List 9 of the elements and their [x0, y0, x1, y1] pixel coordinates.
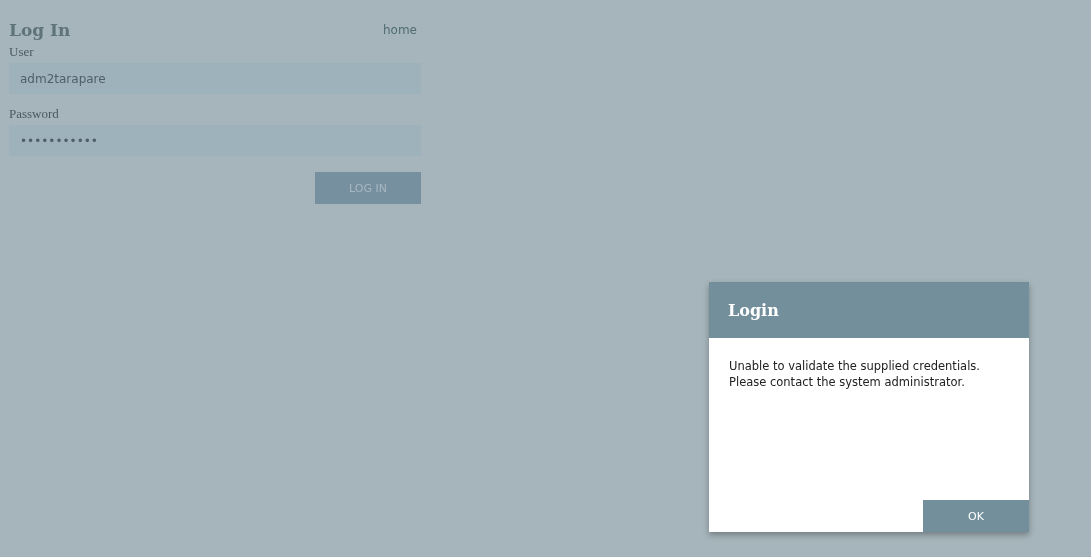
home-link[interactable]: home: [382, 23, 417, 37]
input-field[interactable]: adm2tarapare: [9, 63, 421, 94]
dialog-message: Unable to validate the supplied credentials. Please contact the system administrator.: [729, 358, 981, 390]
field-label: User: [9, 44, 35, 60]
field-label: Password: [9, 106, 60, 122]
ok-button[interactable]: OK: [923, 500, 1029, 532]
form-title: Log In: [9, 20, 71, 40]
dialog-title: Login: [728, 300, 779, 320]
input-field[interactable]: •••••••••••: [9, 125, 421, 156]
